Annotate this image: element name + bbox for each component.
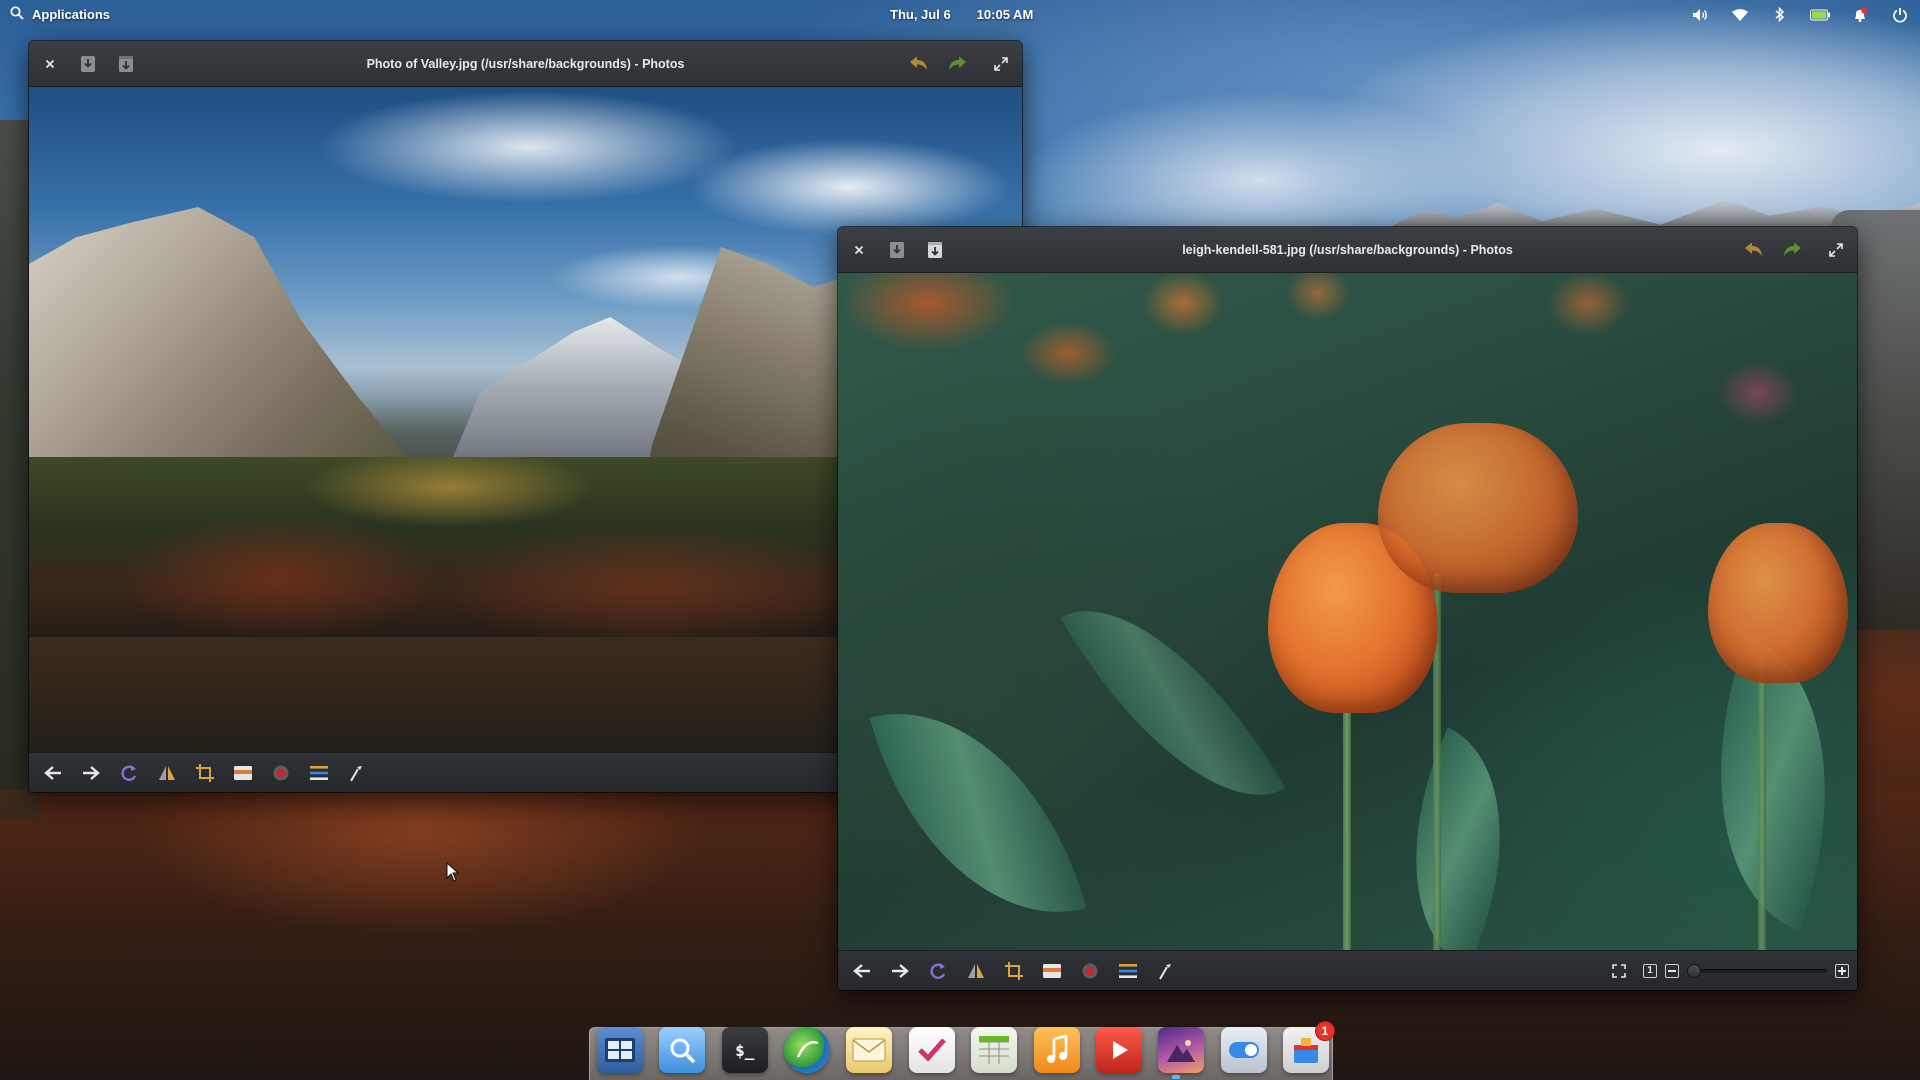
appcenter-update-badge: 1 (1314, 1021, 1335, 1041)
battery-icon[interactable] (1810, 5, 1830, 25)
straighten-icon[interactable] (1036, 956, 1068, 986)
zoom-out-button[interactable] (1665, 963, 1679, 978)
adjust-icon[interactable] (303, 758, 335, 788)
videos-icon[interactable] (1095, 1027, 1142, 1073)
window-title: Photo of Valley.jpg (/usr/share/backgrou… (366, 56, 685, 71)
rotate-icon[interactable] (922, 956, 954, 986)
mail-icon[interactable] (846, 1027, 893, 1073)
save-icon[interactable] (75, 51, 101, 77)
bluetooth-icon[interactable] (1770, 5, 1790, 25)
zoom-in-button[interactable] (1835, 963, 1849, 978)
red-eye-icon[interactable] (1074, 956, 1106, 986)
zoom-slider-handle[interactable] (1687, 963, 1701, 978)
crop-icon[interactable] (189, 758, 221, 788)
actual-size-button[interactable]: 1 (1643, 963, 1657, 978)
fullscreen-icon[interactable] (988, 51, 1014, 77)
save-as-icon[interactable] (113, 51, 139, 77)
flip-icon[interactable] (960, 956, 992, 986)
power-icon[interactable] (1890, 5, 1910, 25)
enhance-icon[interactable] (341, 758, 373, 788)
search-icon (10, 6, 24, 23)
enhance-icon[interactable] (1150, 956, 1182, 986)
undo-icon[interactable] (1741, 237, 1767, 263)
applications-menu[interactable]: Applications (10, 6, 110, 23)
spreadsheet-icon[interactable] (971, 1027, 1018, 1073)
window-title: leigh-kendell-581.jpg (/usr/share/backgr… (1182, 242, 1513, 257)
files-icon[interactable] (659, 1027, 706, 1073)
redo-icon[interactable] (1779, 237, 1805, 263)
music-icon[interactable] (1033, 1027, 1080, 1073)
mouse-cursor-icon (446, 861, 460, 887)
volume-icon[interactable] (1690, 5, 1710, 25)
undo-icon[interactable] (906, 51, 932, 77)
back-arrow-icon[interactable] (846, 956, 878, 986)
fullscreen-icon[interactable] (1823, 237, 1849, 263)
dock-items: $_ 1 (593, 1021, 1335, 1075)
terminal-icon[interactable]: $_ (721, 1027, 768, 1073)
rotate-icon[interactable] (113, 758, 145, 788)
notifications-icon[interactable] (1850, 5, 1870, 25)
forward-arrow-icon[interactable] (884, 956, 916, 986)
running-indicator (1172, 1075, 1180, 1079)
close-icon[interactable] (846, 237, 872, 263)
straighten-icon[interactable] (227, 758, 259, 788)
crop-icon[interactable] (998, 956, 1030, 986)
fit-to-window-icon[interactable] (1603, 956, 1635, 986)
photo-viewer-tulips[interactable] (838, 273, 1857, 950)
multitasking-view-icon[interactable] (597, 1027, 643, 1073)
save-as-icon[interactable] (922, 237, 948, 263)
appcenter-icon[interactable]: 1 (1282, 1021, 1335, 1073)
red-eye-icon[interactable] (265, 758, 297, 788)
back-arrow-icon[interactable] (37, 758, 69, 788)
photos-window-tulips: leigh-kendell-581.jpg (/usr/share/backgr… (838, 227, 1857, 990)
datetime-indicator[interactable]: Thu, Jul 6 10:05 AM (890, 0, 1033, 29)
tulips-photo (838, 273, 1857, 950)
time-label: 10:05 AM (976, 7, 1034, 22)
adjust-icon[interactable] (1112, 956, 1144, 986)
applications-label: Applications (32, 7, 111, 22)
forward-arrow-icon[interactable] (75, 758, 107, 788)
titlebar: Photo of Valley.jpg (/usr/share/backgrou… (29, 41, 1022, 87)
web-browser-icon[interactable] (784, 1027, 831, 1073)
switchboard-icon[interactable] (1220, 1027, 1267, 1073)
wifi-icon[interactable] (1730, 5, 1750, 25)
top-panel: Applications Thu, Jul 6 10:05 AM (0, 0, 1920, 29)
date-label: Thu, Jul 6 (890, 7, 951, 22)
close-icon[interactable] (37, 51, 63, 77)
editing-toolbar: 1 (838, 950, 1857, 990)
titlebar: leigh-kendell-581.jpg (/usr/share/backgr… (838, 227, 1857, 273)
flip-icon[interactable] (151, 758, 183, 788)
redo-icon[interactable] (944, 51, 970, 77)
photos-icon[interactable] (1158, 1027, 1205, 1073)
save-icon[interactable] (884, 237, 910, 263)
zoom-slider[interactable] (1687, 963, 1827, 978)
tasks-icon[interactable] (908, 1027, 955, 1073)
